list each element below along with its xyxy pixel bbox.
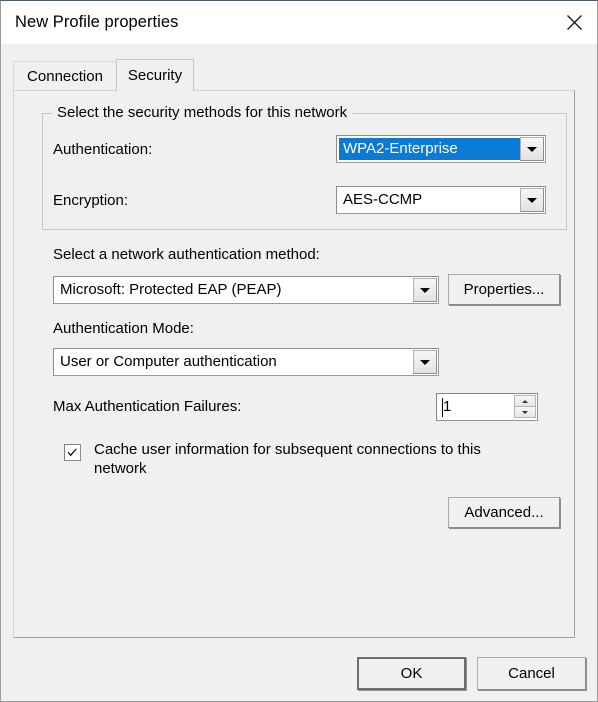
close-button[interactable] [551,1,597,43]
security-group-legend: Select the security methods for this net… [52,104,353,121]
auth-mode-combo-arrow-button[interactable] [413,350,437,374]
auth-method-combo-value: Microsoft: Protected EAP (PEAP) [60,281,282,298]
encryption-combo-value: AES-CCMP [343,191,423,208]
tab-connection[interactable]: Connection [13,61,117,90]
advanced-button-label: Advanced... [464,504,544,521]
tab-panel-security: Select the security methods for this net… [13,90,575,638]
dialog-button-bar: OK Cancel [1,649,597,701]
stepper-decrement-button[interactable] [514,406,536,418]
ok-button[interactable]: OK [357,657,466,690]
title-bar: New Profile properties [1,1,597,44]
cache-user-info-checkbox[interactable] [64,444,81,461]
chevron-down-icon [527,146,537,152]
stepper-buttons [514,395,536,419]
chevron-up-icon [522,399,528,403]
properties-button-label: Properties... [463,281,545,298]
cancel-button-label: Cancel [508,665,555,682]
authentication-label: Authentication: [53,141,153,158]
close-icon [566,14,582,30]
dialog-window: New Profile properties Connection Securi… [0,0,598,702]
auth-mode-combo-value: User or Computer authentication [60,353,277,370]
tab-security-label: Security [127,67,183,84]
properties-button[interactable]: Properties... [448,274,560,305]
encryption-label: Encryption: [53,192,129,209]
auth-mode-label: Authentication Mode: [53,320,194,337]
tab-connection-label: Connection [27,67,103,85]
auth-method-label: Select a network authentication method: [53,246,320,263]
tab-security[interactable]: Security [116,59,194,92]
checkmark-icon [67,448,77,456]
chevron-down-icon [420,359,430,365]
authentication-combo[interactable]: WPA2-Enterprise [336,135,546,163]
cancel-button[interactable]: Cancel [477,657,586,690]
chevron-down-icon [527,197,537,203]
max-failures-value: 1 [443,398,452,415]
chevron-down-icon [420,287,430,293]
auth-mode-combo[interactable]: User or Computer authentication [53,348,439,376]
encryption-combo[interactable]: AES-CCMP [336,186,546,214]
advanced-button[interactable]: Advanced... [448,497,560,528]
authentication-combo-arrow-button[interactable] [520,137,544,161]
encryption-combo-arrow-button[interactable] [520,188,544,212]
chevron-down-icon [522,410,528,414]
authentication-combo-value: WPA2-Enterprise [339,138,520,160]
auth-method-combo-arrow-button[interactable] [413,278,437,302]
auth-method-combo[interactable]: Microsoft: Protected EAP (PEAP) [53,276,439,304]
window-title: New Profile properties [15,13,179,31]
max-failures-stepper[interactable]: 1 [436,393,538,421]
ok-button-label: OK [400,665,423,682]
max-failures-label: Max Authentication Failures: [53,398,242,415]
cache-user-info-label: Cache user information for subsequent co… [94,441,481,477]
